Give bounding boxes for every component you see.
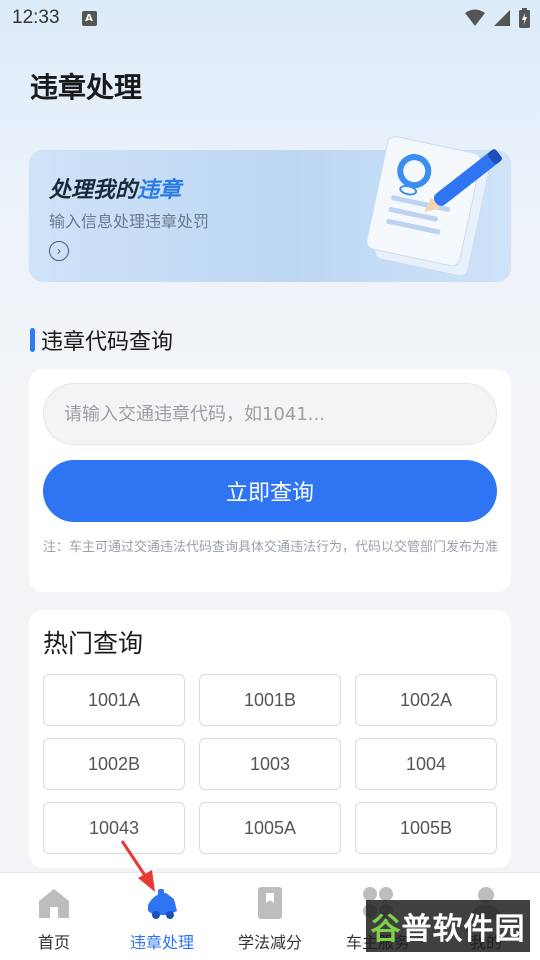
query-note: 注：车主可通过交通违法代码查询具体交通违法行为，代码以交管部门发布为准 bbox=[43, 540, 499, 555]
hot-query-item[interactable]: 1002A bbox=[355, 674, 497, 726]
banner-title-highlight: 违章 bbox=[137, 178, 182, 203]
section-header-code-query: 违章代码查询 bbox=[30, 326, 174, 355]
code-query-card: 立即查询 注：车主可通过交通违法代码查询具体交通违法行为，代码以交管部门发布为准 bbox=[29, 369, 511, 592]
section-accent-bar bbox=[30, 328, 35, 352]
banner-subtitle: 输入信息处理违章处罚 bbox=[49, 212, 210, 231]
violation-code-input[interactable] bbox=[43, 383, 497, 445]
hot-query-item[interactable]: 1001A bbox=[43, 674, 185, 726]
book-icon bbox=[258, 887, 282, 919]
hot-queries-card: 热门查询 1001A 1001B 1002A 1002B 1003 1004 1… bbox=[29, 610, 511, 868]
tab-home[interactable]: 首页 bbox=[0, 873, 108, 960]
banner-title: 处理我的违章 bbox=[49, 172, 181, 204]
hot-query-item[interactable]: 1004 bbox=[355, 738, 497, 790]
tab-label: 违章处理 bbox=[129, 933, 194, 952]
hot-queries-title: 热门查询 bbox=[43, 629, 144, 658]
watermark-prefix: 谷 bbox=[370, 912, 402, 947]
notification-icon: A bbox=[81, 10, 97, 26]
handle-violation-banner[interactable]: 处理我的违章 输入信息处理违章处罚 › bbox=[29, 136, 511, 282]
hot-query-item[interactable]: 1001B bbox=[199, 674, 341, 726]
status-icons bbox=[465, 8, 530, 28]
status-time: 12:33 bbox=[12, 7, 60, 28]
battery-icon bbox=[519, 8, 530, 28]
hot-query-item[interactable]: 1005A bbox=[199, 802, 341, 854]
hot-query-item[interactable]: 1003 bbox=[199, 738, 341, 790]
signal-icon bbox=[494, 10, 510, 26]
page-title: 违章处理 bbox=[30, 71, 143, 104]
document-pen-illustration-icon bbox=[366, 136, 502, 277]
tab-study[interactable]: 学法减分 bbox=[216, 873, 324, 960]
query-now-button[interactable]: 立即查询 bbox=[43, 460, 497, 522]
tab-violation[interactable]: 违章处理 bbox=[108, 873, 216, 960]
watermark-rest: 普软件园 bbox=[401, 912, 526, 947]
home-icon bbox=[39, 889, 69, 918]
section-title: 违章代码查询 bbox=[41, 330, 174, 355]
hot-query-item[interactable]: 1002B bbox=[43, 738, 185, 790]
hot-query-item[interactable]: 10043 bbox=[43, 802, 185, 854]
chevron-right-circle-icon[interactable]: › bbox=[49, 241, 69, 261]
violation-icon bbox=[148, 889, 177, 919]
hot-query-item[interactable]: 1005B bbox=[355, 802, 497, 854]
wifi-icon bbox=[465, 9, 485, 26]
watermark-logo: 谷普软件园 bbox=[366, 900, 530, 952]
tab-label: 学法减分 bbox=[237, 933, 302, 952]
tab-label: 首页 bbox=[37, 933, 70, 952]
banner-title-prefix: 处理我的 bbox=[49, 178, 138, 203]
status-bar: 12:33 A bbox=[0, 0, 540, 36]
